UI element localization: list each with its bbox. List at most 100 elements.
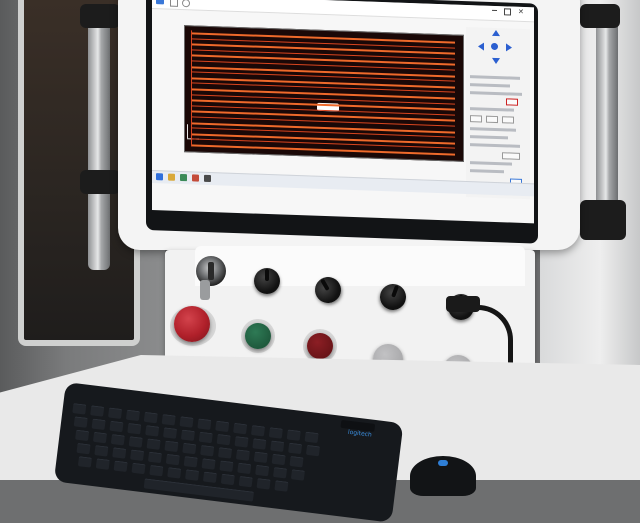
keyboard-key[interactable] xyxy=(182,442,197,455)
app-taskbar-icon[interactable] xyxy=(204,174,211,183)
keyboard-key[interactable] xyxy=(183,456,198,468)
keyboard-key[interactable] xyxy=(219,460,234,472)
keyboard-key[interactable] xyxy=(185,469,200,481)
keyboard-key[interactable] xyxy=(235,449,250,461)
keyboard-key[interactable] xyxy=(75,429,90,442)
keyboard-key[interactable] xyxy=(289,455,304,468)
keyboard-key[interactable] xyxy=(200,444,215,457)
laser-path-canvas[interactable] xyxy=(184,25,464,162)
keyboard-key[interactable] xyxy=(272,467,288,479)
keyboard-key[interactable] xyxy=(271,453,286,466)
keyboard-key[interactable] xyxy=(72,403,87,415)
keyboard-key[interactable] xyxy=(234,436,249,448)
keyboard-key[interactable] xyxy=(216,433,231,446)
keyboard-key[interactable] xyxy=(215,420,230,433)
keyboard-key[interactable] xyxy=(90,405,105,417)
keyboard-key[interactable] xyxy=(108,407,123,419)
jog-direction-pad[interactable] xyxy=(472,27,518,69)
toolbar-icon[interactable] xyxy=(182,0,190,8)
keyboard-key[interactable] xyxy=(268,427,283,439)
panel-button[interactable] xyxy=(502,152,520,160)
jog-up-icon[interactable] xyxy=(492,29,500,37)
jog-down-icon[interactable] xyxy=(492,57,500,65)
keyboard-key[interactable] xyxy=(288,442,303,455)
knob-1[interactable] xyxy=(254,268,280,294)
start-button[interactable] xyxy=(245,323,271,349)
keyboard-key[interactable] xyxy=(127,422,142,435)
keyboard-key[interactable] xyxy=(305,444,321,457)
keyboard-key[interactable] xyxy=(77,456,92,468)
keyboard-key[interactable] xyxy=(201,458,216,470)
keyboard-key[interactable] xyxy=(147,451,163,464)
keyboard-key[interactable] xyxy=(237,462,252,475)
right-handle-rail xyxy=(596,20,618,220)
scroll-wheel[interactable] xyxy=(438,460,448,466)
keyboard-key[interactable] xyxy=(110,433,125,446)
stop-button[interactable] xyxy=(307,333,333,359)
keyboard-key[interactable] xyxy=(274,480,289,492)
monitor-screen: ✕ xyxy=(152,0,534,224)
panel-row xyxy=(470,161,512,166)
keyboard-key[interactable] xyxy=(92,431,108,444)
folder-icon[interactable] xyxy=(168,173,175,181)
keyboard-key[interactable] xyxy=(286,429,301,441)
keyboard-key[interactable] xyxy=(76,442,91,455)
panel-red-indicator[interactable] xyxy=(506,98,518,106)
start-icon[interactable] xyxy=(156,173,163,181)
keyboard-key[interactable] xyxy=(202,471,218,484)
keyboard-key[interactable] xyxy=(290,469,305,481)
keyboard-key[interactable] xyxy=(238,475,253,488)
keyboard-key[interactable] xyxy=(167,467,182,479)
toolbar-icon[interactable] xyxy=(170,0,178,7)
panel-row xyxy=(470,127,516,132)
jog-home-icon[interactable] xyxy=(491,42,498,51)
jog-right-icon[interactable] xyxy=(506,43,512,52)
keyboard-key[interactable] xyxy=(131,462,146,475)
keyboard-key[interactable] xyxy=(94,445,109,457)
keyboard-key[interactable] xyxy=(304,431,319,444)
keyboard-key[interactable] xyxy=(165,453,180,466)
keyboard-key[interactable] xyxy=(125,409,140,422)
panel-button[interactable] xyxy=(470,115,482,123)
keyboard-key[interactable] xyxy=(95,458,110,470)
close-icon[interactable]: ✕ xyxy=(518,8,524,16)
app-taskbar-icon[interactable] xyxy=(180,173,187,182)
keyboard-key[interactable] xyxy=(91,418,106,431)
keyboard-key[interactable] xyxy=(112,447,127,459)
keyboard-key[interactable] xyxy=(270,440,285,452)
keyboard-key[interactable] xyxy=(109,420,124,433)
keyboard-key[interactable] xyxy=(255,464,270,477)
keyboard-key[interactable] xyxy=(73,416,88,428)
maximize-icon[interactable] xyxy=(504,8,511,16)
keyboard-key[interactable] xyxy=(130,449,145,461)
keyboard-key[interactable] xyxy=(179,416,194,428)
left-handle-rail xyxy=(88,20,110,270)
keyboard-key[interactable] xyxy=(162,427,178,439)
minimize-icon[interactable] xyxy=(492,9,497,12)
keyboard-key[interactable] xyxy=(164,440,179,453)
keyboard-key[interactable] xyxy=(250,425,266,437)
keyboard-key[interactable] xyxy=(149,464,164,477)
keyboard-key[interactable] xyxy=(161,414,176,426)
keyboard-key[interactable] xyxy=(253,451,268,464)
wireless-mouse[interactable] xyxy=(410,456,476,496)
emergency-stop-button[interactable] xyxy=(174,306,210,342)
keyboard-key[interactable] xyxy=(217,447,233,459)
space-bar[interactable] xyxy=(143,478,255,502)
panel-button[interactable] xyxy=(502,116,514,124)
keyboard-key[interactable] xyxy=(198,431,213,444)
jog-left-icon[interactable] xyxy=(478,42,484,51)
keyboard-key[interactable] xyxy=(145,425,160,437)
keyboard-key[interactable] xyxy=(197,418,212,430)
keyboard-key[interactable] xyxy=(220,473,235,486)
keyboard-key[interactable] xyxy=(252,438,267,450)
laser-trace-vertical xyxy=(191,30,192,147)
keyboard-key[interactable] xyxy=(128,436,143,448)
app-taskbar-icon[interactable] xyxy=(192,174,199,182)
keyboard-key[interactable] xyxy=(233,422,248,435)
keyboard-key[interactable] xyxy=(180,429,195,442)
keyboard-key[interactable] xyxy=(143,411,158,424)
panel-button[interactable] xyxy=(486,115,498,124)
keyboard-key[interactable] xyxy=(146,438,161,450)
keyboard-key[interactable] xyxy=(113,460,128,473)
